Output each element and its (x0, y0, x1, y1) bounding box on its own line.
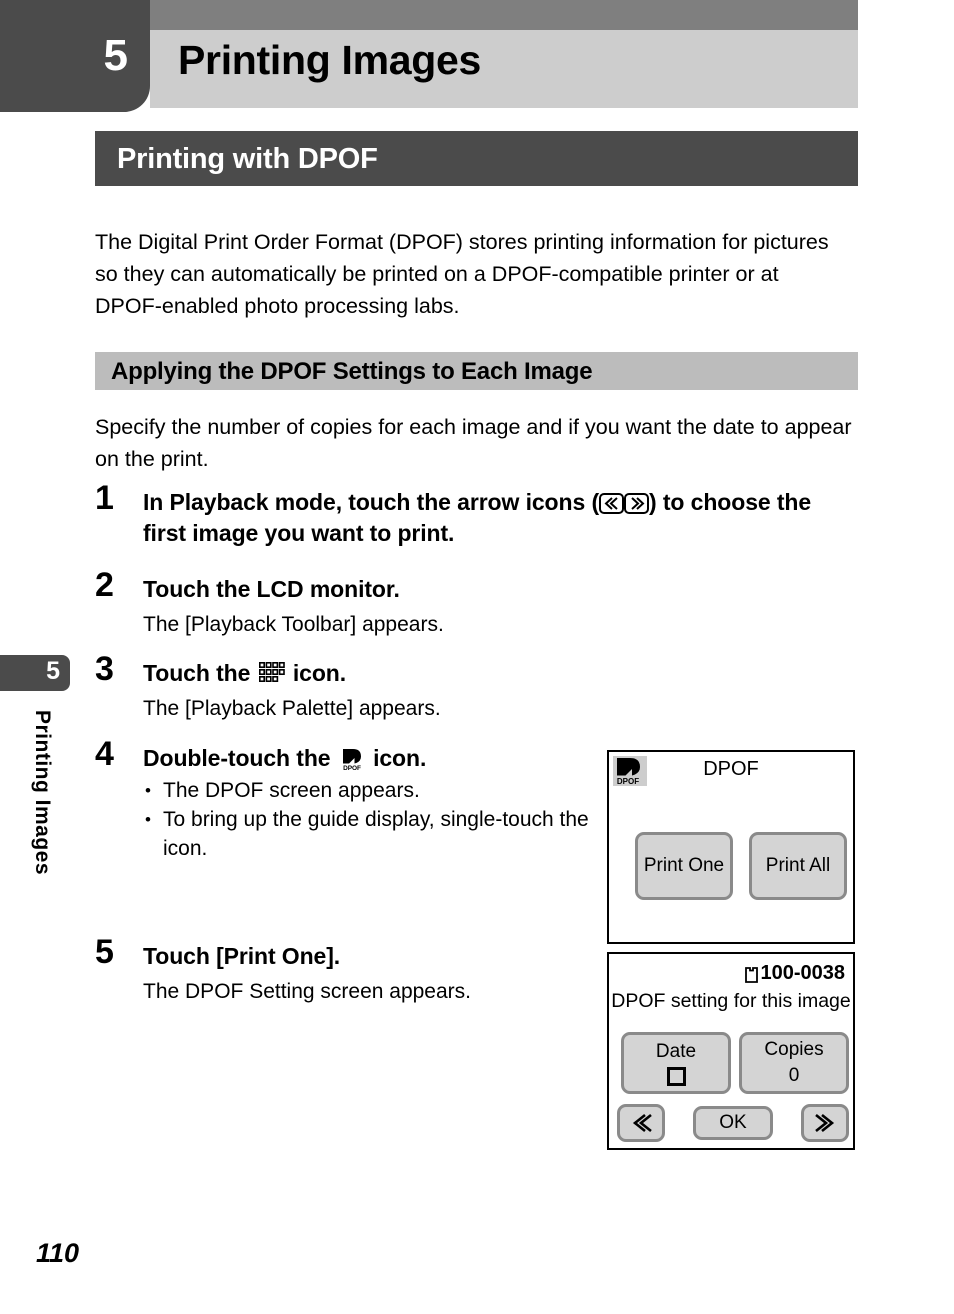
step-3-description: The [Playback Palette] appears. (143, 697, 441, 720)
step-2: 2 Touch the LCD monitor. The [Playback T… (95, 568, 655, 640)
chapter-number-box: 5 (0, 0, 150, 112)
step-1-title: In Playback mode, touch the arrow icons … (143, 487, 835, 549)
date-button[interactable]: Date (621, 1032, 731, 1094)
step-3-title: Touch the icon. (143, 658, 655, 689)
header-dark-band (150, 0, 858, 30)
page-number: 110 (36, 1238, 80, 1268)
step-2-title: Touch the LCD monitor. (143, 576, 400, 602)
lead-paragraph: Specify the number of copies for each im… (95, 415, 852, 471)
previous-image-button[interactable] (617, 1104, 665, 1142)
step-3-text-before: Touch the (143, 660, 257, 686)
dpof-setting-screen-illustration: 100-0038 DPOF setting for this image Dat… (607, 952, 855, 1150)
date-checkbox[interactable] (666, 1066, 686, 1086)
step-4-bullet-1: The DPOF screen appears. (143, 776, 595, 805)
step-3: 3 Touch the icon. The [Playback Palette]… (95, 652, 655, 724)
subsection-header-bar: Applying the DPOF Settings to Each Image (95, 352, 858, 390)
step-4-text-after: icon. (366, 745, 427, 771)
step-3-text-after: icon. (286, 660, 347, 686)
step-5-number: 5 (95, 933, 114, 971)
step-4: 4 Double-touch the DPOF icon. The DPOF s… (95, 737, 595, 863)
step-5: 5 Touch [Print One]. The DPOF Setting sc… (95, 935, 615, 1007)
copies-button[interactable]: Copies 0 (739, 1032, 849, 1094)
ok-button[interactable]: OK (693, 1106, 773, 1140)
print-one-button[interactable]: Print One (635, 832, 733, 900)
next-image-button[interactable] (801, 1104, 849, 1142)
step-5-title: Touch [Print One]. (143, 943, 341, 969)
arrow-right-icon (624, 493, 650, 514)
print-all-button[interactable]: Print All (749, 832, 847, 900)
step-1: 1 In Playback mode, touch the arrow icon… (95, 481, 835, 549)
step-5-description: The DPOF Setting screen appears. (143, 980, 471, 1003)
section-title: Printing with DPOF (117, 143, 378, 175)
step-4-title: Double-touch the DPOF icon. (143, 743, 595, 774)
arrow-left-icon (599, 493, 625, 514)
page-title: Printing Images (178, 37, 482, 83)
copies-button-label: Copies (764, 1039, 824, 1061)
chapter-header: 5 Printing Images (0, 0, 954, 112)
next-icon (815, 1113, 835, 1133)
subsection-title: Applying the DPOF Settings to Each Image (111, 358, 593, 385)
file-number-row: 100-0038 (745, 962, 845, 985)
step-2-description: The [Playback Toolbar] appears. (143, 613, 444, 636)
mode-palette-icon (258, 661, 285, 683)
file-card-icon (745, 966, 759, 983)
intro-paragraph: The Digital Print Order Format (DPOF) st… (95, 230, 829, 318)
dpof-screen-illustration: DPOF DPOF Print One Print All (607, 750, 855, 944)
svg-text:DPOF: DPOF (343, 765, 361, 771)
step-2-number: 2 (95, 566, 114, 604)
side-tab-number: 5 (46, 657, 60, 685)
prev-icon (632, 1113, 652, 1133)
chapter-number: 5 (103, 31, 128, 80)
dpof-setting-caption: DPOF setting for this image (611, 990, 851, 1012)
dpof-screen-title: DPOF (703, 758, 759, 780)
step-4-bullet-list: The DPOF screen appears. To bring up the… (143, 776, 595, 863)
step-4-number: 4 (95, 735, 114, 773)
copies-value: 0 (788, 1065, 800, 1086)
step-1-text-before: In Playback mode, touch the arrow icons … (143, 489, 600, 515)
dpof-icon: DPOF (340, 747, 364, 772)
side-tab-label: Printing Images (31, 710, 54, 876)
step-3-number: 3 (95, 650, 114, 688)
step-4-bullet-2: To bring up the guide display, single-to… (143, 805, 595, 863)
step-4-text-before: Double-touch the (143, 745, 337, 771)
section-header-bar: Printing with DPOF (95, 131, 858, 186)
step-1-number: 1 (95, 479, 114, 517)
date-button-label: Date (655, 1041, 697, 1063)
file-number: 100-0038 (760, 962, 845, 984)
side-tab-chapter-marker: 5 (0, 655, 70, 691)
